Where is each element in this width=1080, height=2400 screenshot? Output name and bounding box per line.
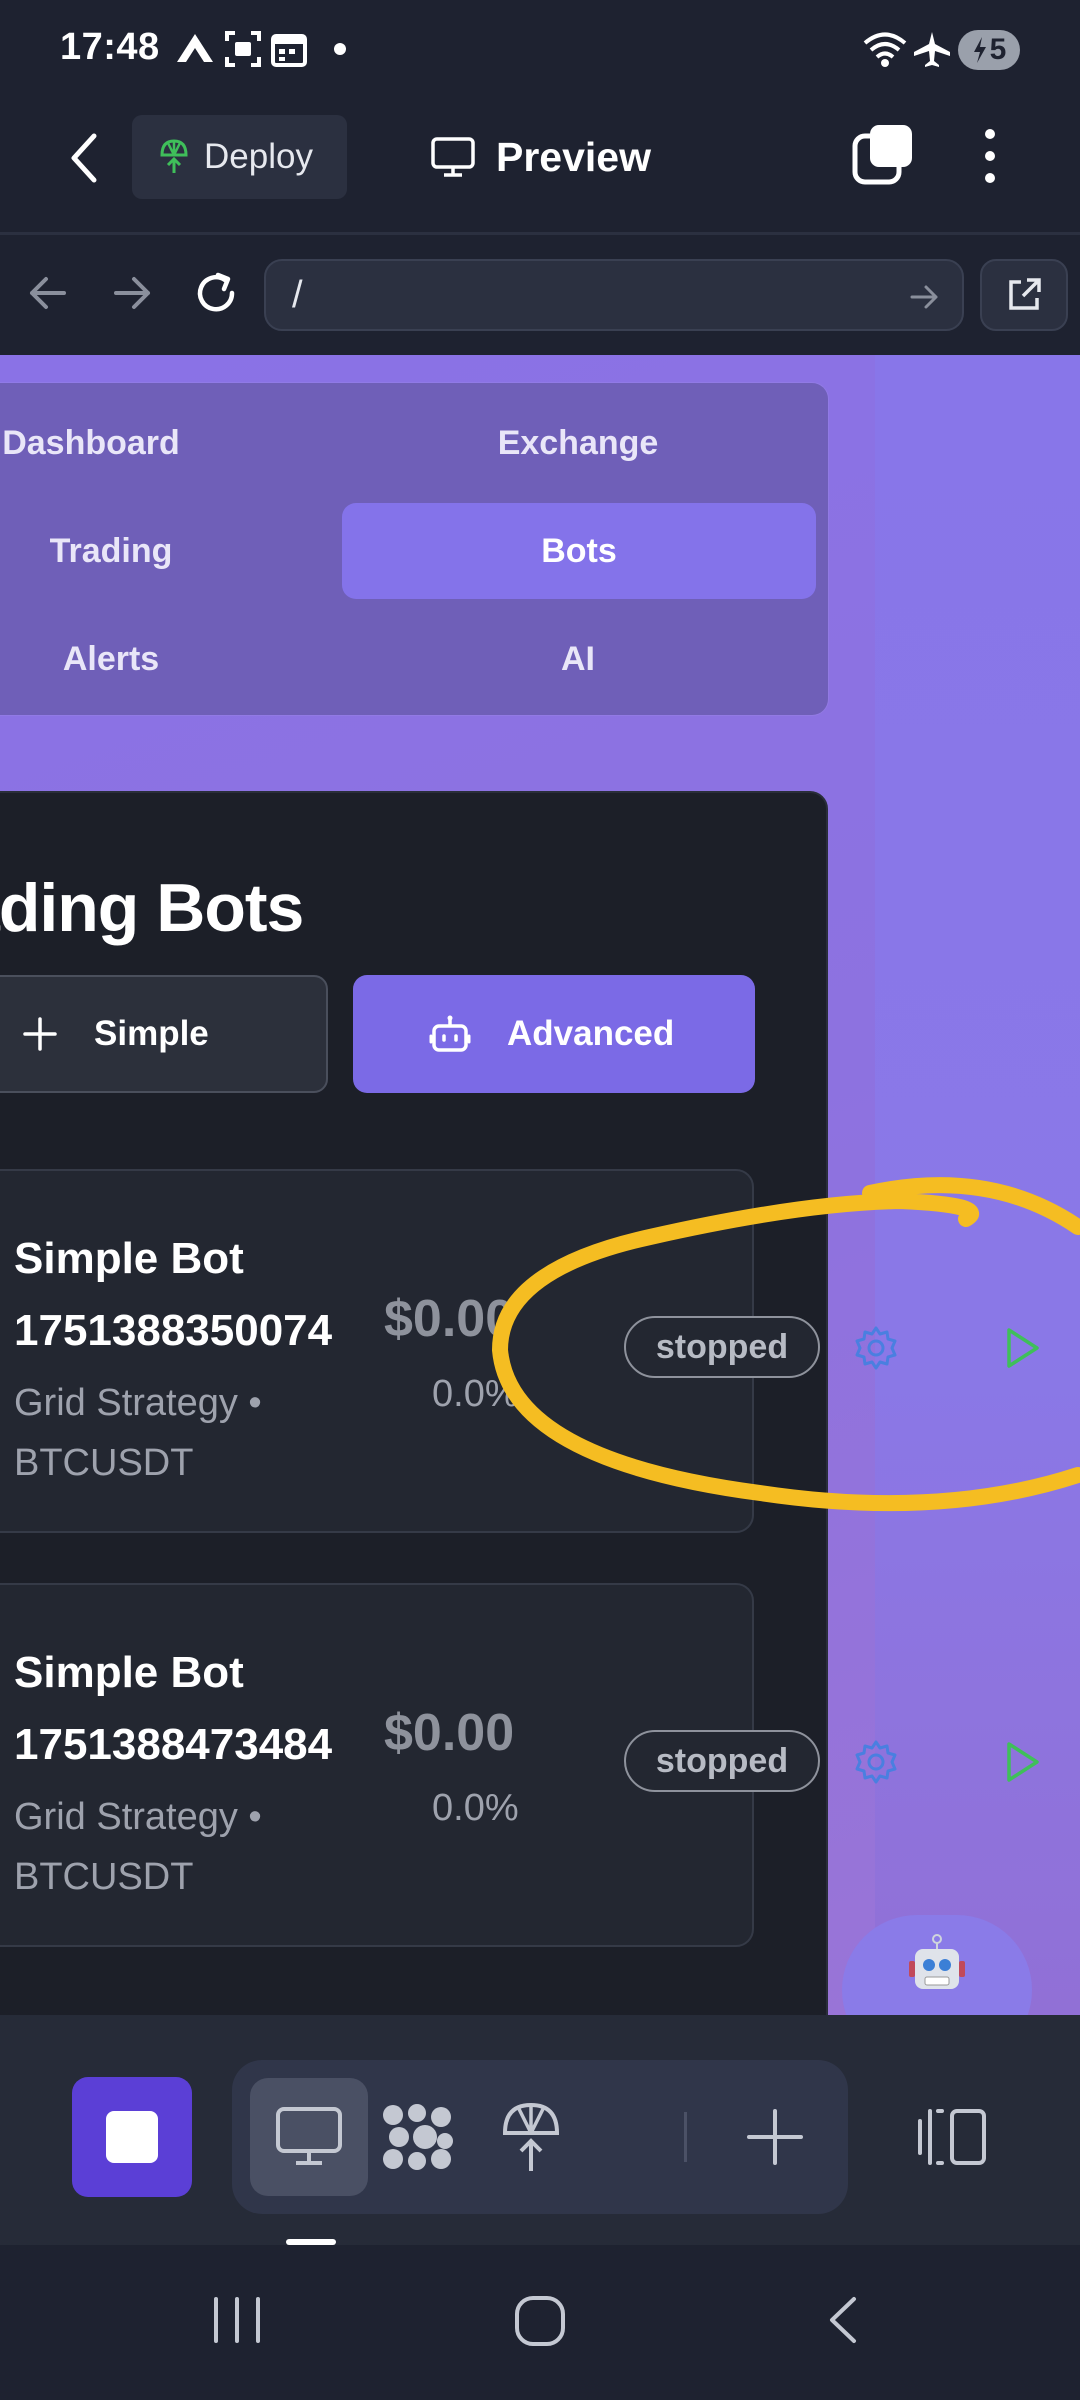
battery-charging-icon: 5	[958, 30, 1020, 70]
layout-icon	[918, 2109, 986, 2165]
deploy-icon	[160, 139, 188, 173]
status-bar: 17:48 5	[0, 0, 1080, 100]
add-simple-bot-button[interactable]: Simple	[0, 975, 328, 1093]
monitor-icon	[431, 137, 475, 177]
add-advanced-bot-button[interactable]: Advanced	[353, 975, 755, 1093]
preview-button[interactable]: Preview	[430, 115, 651, 199]
system-back-icon[interactable]	[818, 2293, 872, 2347]
new-tab-button[interactable]	[716, 2078, 834, 2196]
tab-navigation: Dashboard Exchange Trading Bots Alerts A…	[0, 383, 828, 715]
plus-icon	[747, 2109, 803, 2165]
open-external-icon	[1009, 278, 1041, 310]
clock: 17:48	[60, 26, 160, 68]
tab-bots[interactable]: Bots	[342, 503, 816, 599]
url-text: /	[292, 274, 303, 316]
bot-strategy: Grid Strategy • BTCUSDT	[14, 1382, 262, 1484]
deploy-button[interactable]: Deploy	[132, 115, 347, 199]
deploy-label: Deploy	[204, 137, 313, 176]
calendar-icon	[271, 34, 307, 67]
go-arrow-icon[interactable]	[908, 281, 940, 313]
dock-separator	[684, 2112, 687, 2162]
stop-icon	[106, 2111, 158, 2163]
bot-change: 0.0%	[432, 1787, 519, 1829]
battery-level: 5	[989, 33, 1007, 66]
preview-label: Preview	[496, 133, 651, 180]
bot-strategy: Grid Strategy • BTCUSDT	[14, 1796, 262, 1898]
stop-button[interactable]	[72, 2077, 192, 2197]
bottom-dock	[0, 2015, 1080, 2245]
url-input[interactable]: /	[264, 259, 964, 331]
bot-value: $0.00	[384, 1704, 515, 1762]
preview-tool-button[interactable]	[250, 2078, 368, 2196]
page-title: ading Bots	[0, 870, 304, 946]
deploy-icon	[502, 2102, 560, 2171]
workflow-icon	[383, 2104, 453, 2170]
deploy-tool-button[interactable]	[472, 2078, 590, 2196]
dock-tool-group	[232, 2060, 848, 2214]
advanced-label: Advanced	[507, 1014, 675, 1053]
more-menu-icon[interactable]	[975, 126, 1005, 186]
simple-label: Simple	[94, 1014, 209, 1053]
bot-name: Simple Bot 1751388473484	[14, 1648, 333, 1769]
annotation-circle	[492, 1177, 1080, 1512]
airplane-icon	[914, 32, 950, 67]
recents-icon[interactable]	[210, 2293, 264, 2347]
home-icon[interactable]	[512, 2293, 568, 2349]
play-icon[interactable]	[997, 1738, 1045, 1786]
back-button[interactable]	[60, 130, 110, 186]
wifi-icon	[863, 32, 907, 67]
a-icon	[177, 34, 213, 62]
windows-icon[interactable]	[852, 122, 916, 186]
bot-name: Simple Bot 1751388350074	[14, 1234, 333, 1355]
system-navigation	[0, 2245, 1080, 2400]
bot-icon	[429, 1015, 471, 1052]
nav-back-icon[interactable]	[24, 269, 72, 317]
tab-exchange[interactable]: Exchange	[342, 395, 814, 491]
robot-icon	[909, 1934, 965, 1989]
nav-forward-icon[interactable]	[108, 269, 156, 317]
status-badge: stopped	[624, 1730, 820, 1792]
settings-gear-icon[interactable]	[852, 1738, 900, 1786]
layout-toggle-button[interactable]	[902, 2077, 1002, 2197]
plus-icon	[23, 1017, 57, 1051]
web-preview: Dashboard Exchange Trading Bots Alerts A…	[0, 355, 1080, 2015]
app-toolbar: Deploy Preview	[0, 100, 1080, 235]
dot-icon	[334, 43, 346, 55]
address-bar: /	[0, 235, 1080, 355]
tab-trading[interactable]: Trading	[0, 503, 222, 599]
workflow-tool-button[interactable]	[358, 2078, 476, 2196]
monitor-icon	[276, 2107, 342, 2165]
tab-ai[interactable]: AI	[342, 611, 814, 707]
tab-dashboard[interactable]: Dashboard	[0, 395, 202, 491]
open-external-button[interactable]	[980, 259, 1068, 331]
tab-alerts[interactable]: Alerts	[0, 611, 222, 707]
screenshot-icon	[225, 31, 261, 67]
reload-icon[interactable]	[192, 269, 240, 317]
